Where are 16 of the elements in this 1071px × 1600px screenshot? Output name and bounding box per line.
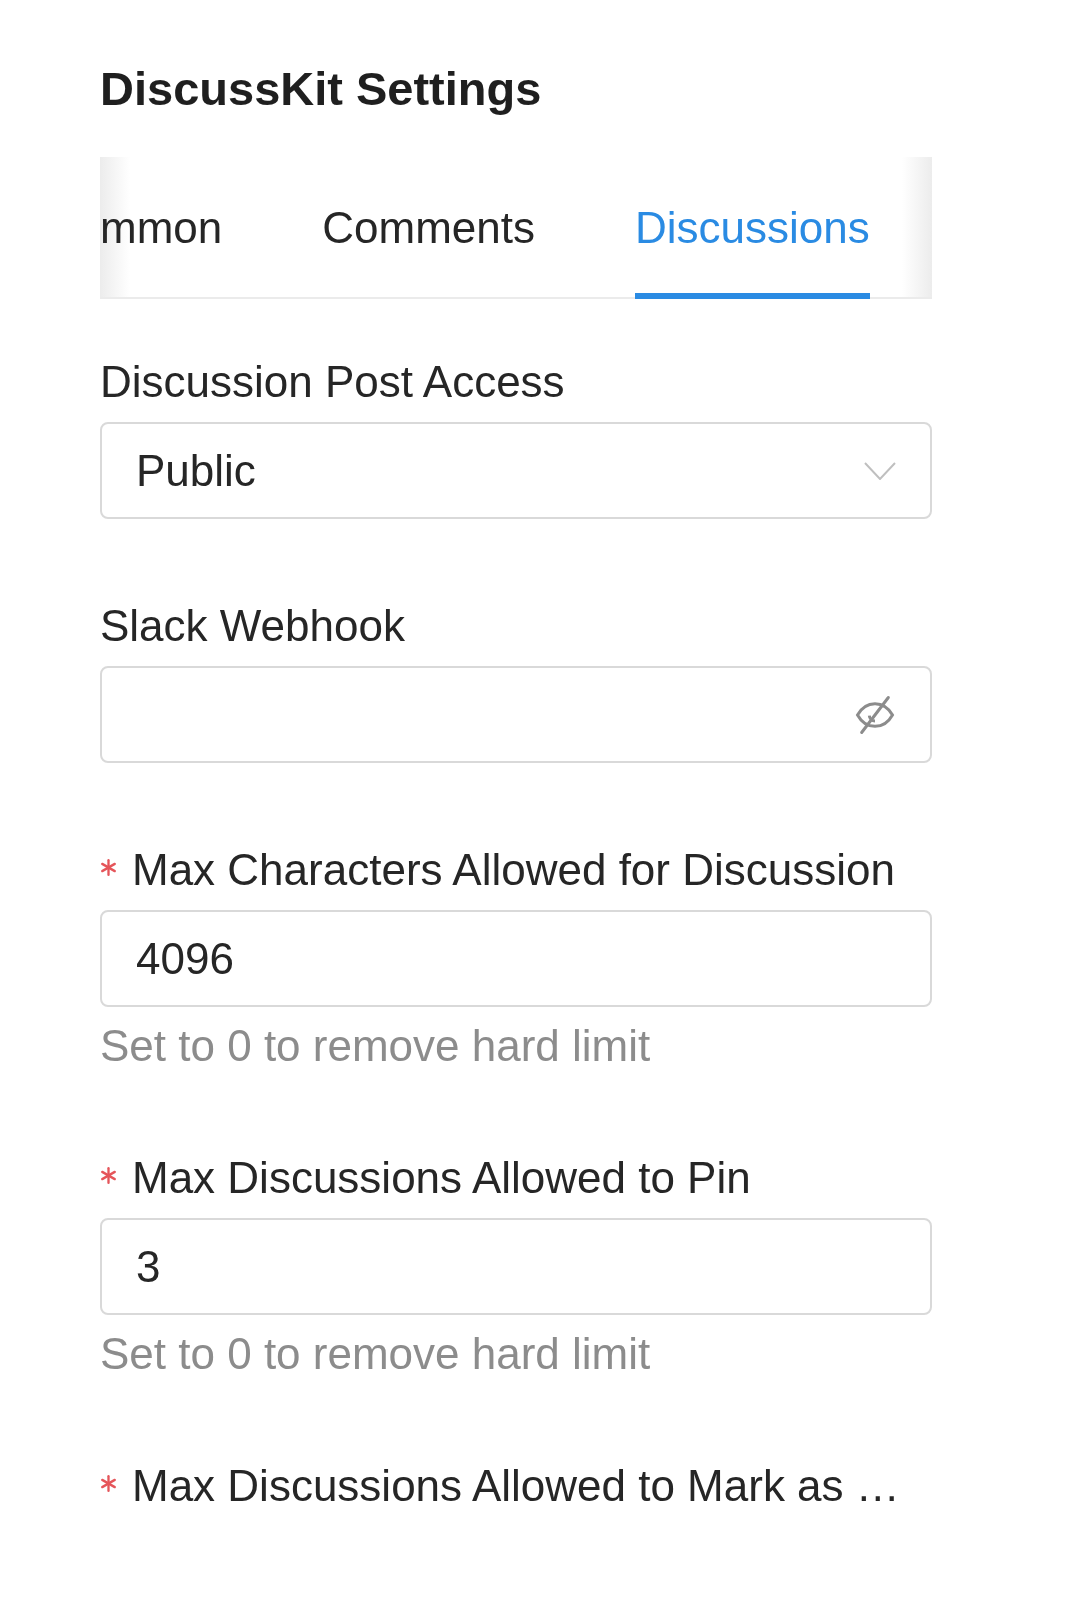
number-field[interactable]: 4096 [100,910,932,1007]
number-field[interactable]: 3 [100,1218,932,1315]
chevron-down-icon [864,461,896,480]
dropdown-field[interactable]: Public [100,422,932,519]
field-label: Max Characters Allowed for Discussion [132,845,895,895]
tab[interactable]: mmon [100,157,223,299]
tab[interactable]: Discussions [634,157,870,299]
help-text: Set to 0 to remove hard limit [100,1329,652,1379]
tab[interactable]: Comments [322,157,535,299]
field-label: Max Discussions Allowed to Pin [132,1153,751,1203]
field-label: Slack Webhook [100,601,405,651]
password-field[interactable] [100,666,932,763]
page-title: DiscussKit Settings [100,62,543,116]
field-label: Max Discussions Allowed to Mark as … [132,1461,900,1511]
field-label: Discussion Post Access [100,357,565,407]
help-text: Set to 0 to remove hard limit [100,1021,652,1071]
